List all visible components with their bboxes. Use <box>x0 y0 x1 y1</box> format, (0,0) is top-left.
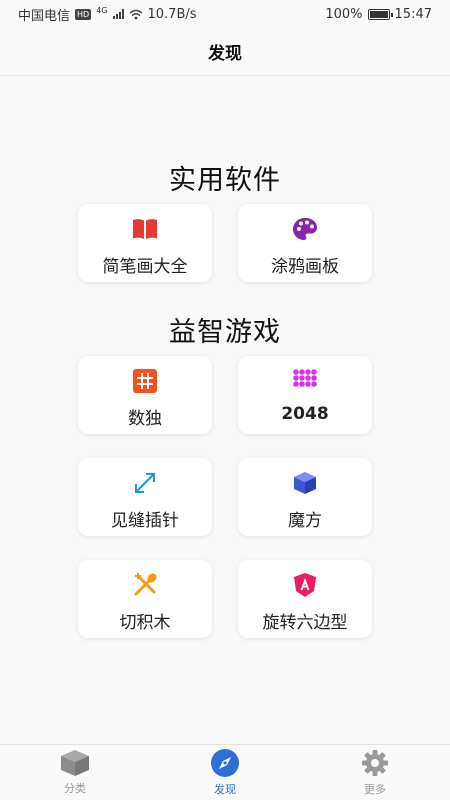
bottom-tab-bar: 分类 发现 更多 <box>0 744 450 800</box>
status-right: 100% 15:47 <box>325 7 432 22</box>
card-label: 2048 <box>281 404 329 424</box>
section-title-utilities: 实用软件 <box>169 165 281 196</box>
tab-discover[interactable]: 发现 <box>150 745 300 800</box>
tab-categories[interactable]: 分类 <box>0 745 150 800</box>
cube-icon <box>292 470 318 496</box>
compass-icon <box>210 748 240 778</box>
grid-icon <box>132 368 158 394</box>
network-speed: 10.7B/s <box>147 6 197 22</box>
signal-icon <box>112 9 124 19</box>
carrier-name: 中国电信 <box>18 8 71 24</box>
network-type: 4G <box>96 5 108 15</box>
tab-more[interactable]: 更多 <box>300 745 450 800</box>
card-pin-insert[interactable]: 见缝插针 <box>78 458 212 536</box>
battery-percent: 100% <box>325 6 363 22</box>
angular-shield-icon <box>292 572 318 598</box>
card-label: 魔方 <box>288 511 322 531</box>
tab-label: 发现 <box>214 783 236 796</box>
hd-badge: HD <box>75 8 92 20</box>
status-left: 中国电信 HD 4G 10.7B/s <box>18 5 197 24</box>
page-title: 发现 <box>208 44 242 64</box>
card-label: 见缝插针 <box>111 511 179 531</box>
card-sketch-collection[interactable]: 简笔画大全 <box>78 204 212 282</box>
expand-arrows-icon <box>132 470 158 496</box>
status-bar: 中国电信 HD 4G 10.7B/s 100% 15:47 <box>0 0 450 28</box>
card-label: 简笔画大全 <box>102 257 188 277</box>
card-label: 涂鸦画板 <box>271 257 339 277</box>
card-2048[interactable]: 2048 <box>238 356 372 434</box>
crossed-tools-icon <box>132 572 158 598</box>
wifi-icon <box>129 9 143 20</box>
tab-label: 更多 <box>364 783 386 796</box>
card-doodle-board[interactable]: 涂鸦画板 <box>238 204 372 282</box>
tab-label: 分类 <box>64 782 86 795</box>
app-header: 发现 <box>0 28 450 76</box>
card-sudoku[interactable]: 数独 <box>78 356 212 434</box>
card-label: 旋转六边型 <box>262 613 348 633</box>
section-title-puzzle-games: 益智游戏 <box>169 317 281 348</box>
card-rubiks-cube[interactable]: 魔方 <box>238 458 372 536</box>
card-cut-blocks[interactable]: 切积木 <box>78 560 212 638</box>
clock: 15:47 <box>394 6 432 22</box>
dots-grid-icon <box>292 368 318 394</box>
card-rotate-hexagon[interactable]: 旋转六边型 <box>238 560 372 638</box>
battery-icon <box>367 8 393 20</box>
book-icon <box>132 216 158 242</box>
palette-icon <box>292 216 318 242</box>
card-label: 数独 <box>128 409 162 429</box>
card-label: 切积木 <box>119 613 171 633</box>
box-icon <box>60 749 90 777</box>
gear-icon <box>360 748 390 778</box>
